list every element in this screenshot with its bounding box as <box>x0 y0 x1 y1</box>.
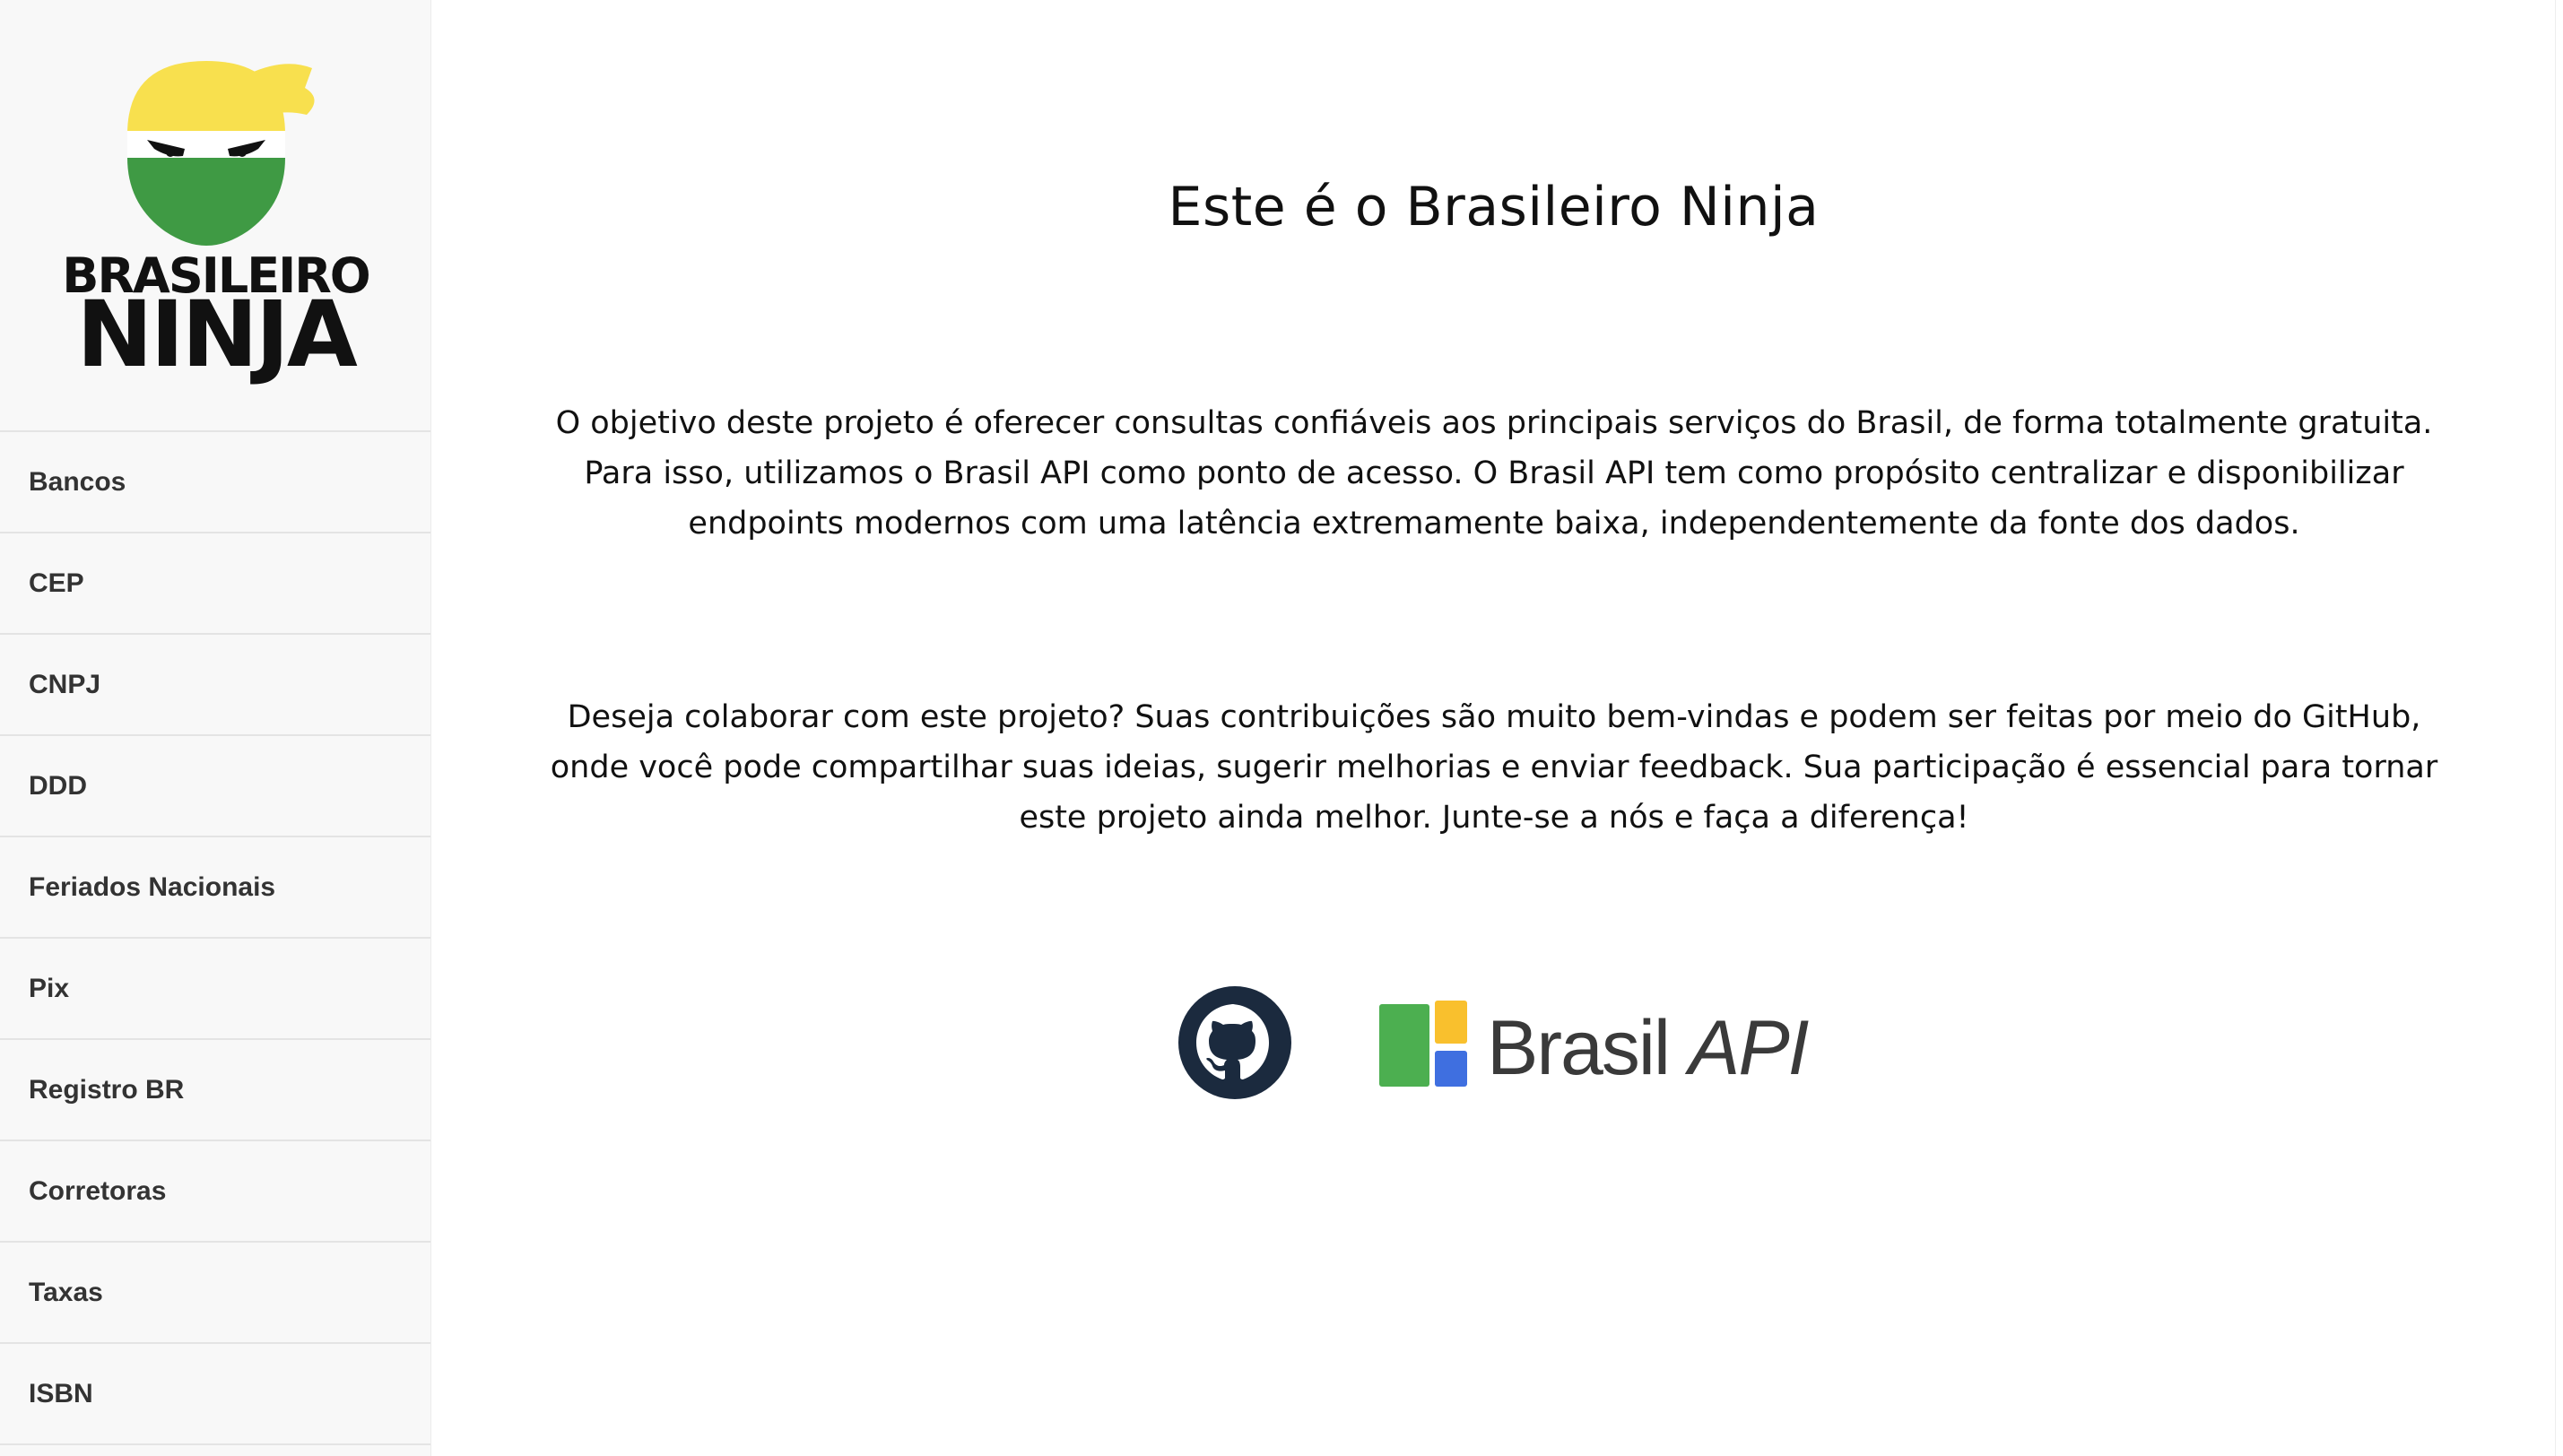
sidebar: BRASILEIRO NINJA Bancos CEP CNPJ DDD Fer… <box>0 0 431 1456</box>
sidebar-item-pix[interactable]: Pix <box>0 939 430 1040</box>
github-link[interactable] <box>1178 986 1291 1099</box>
sidebar-nav: Bancos CEP CNPJ DDD Feriados Nacionais P… <box>0 432 430 1445</box>
sidebar-item-isbn[interactable]: ISBN <box>0 1344 430 1445</box>
sidebar-item-corretoras[interactable]: Corretoras <box>0 1141 430 1243</box>
contribute-paragraph: Deseja colaborar com este projeto? Suas … <box>550 699 2438 836</box>
github-icon <box>1178 986 1291 1099</box>
window-edge <box>2555 0 2563 1456</box>
brasilapi-word2: API <box>1688 1005 1810 1091</box>
ninja-mask-icon <box>127 61 315 246</box>
sidebar-item-bancos[interactable]: Bancos <box>0 432 430 533</box>
brasilapi-logo-icon <box>1379 1001 1467 1087</box>
intro-paragraph: O objetivo deste projeto é oferecer cons… <box>555 405 2433 542</box>
sidebar-item-cnpj[interactable]: CNPJ <box>0 635 430 736</box>
partner-links: Brasil API <box>431 986 2556 1103</box>
sidebar-item-taxas[interactable]: Taxas <box>0 1243 430 1344</box>
page-title: Este é o Brasileiro Ninja <box>1168 176 1820 238</box>
brasilapi-wordmark: Brasil API <box>1487 1010 1810 1087</box>
brand-line2: NINJA <box>76 282 358 388</box>
sidebar-item-ddd[interactable]: DDD <box>0 736 430 837</box>
sidebar-item-cep[interactable]: CEP <box>0 533 430 635</box>
main-content: Este é o Brasileiro Ninja O objetivo des… <box>431 0 2556 1456</box>
sidebar-item-registro-br[interactable]: Registro BR <box>0 1040 430 1141</box>
brand-logo[interactable]: BRASILEIRO NINJA <box>0 0 430 432</box>
brasilapi-link[interactable]: Brasil API <box>1379 999 1810 1097</box>
sidebar-item-feriados-nacionais[interactable]: Feriados Nacionais <box>0 837 430 939</box>
brasilapi-word1: Brasil <box>1487 1005 1671 1091</box>
